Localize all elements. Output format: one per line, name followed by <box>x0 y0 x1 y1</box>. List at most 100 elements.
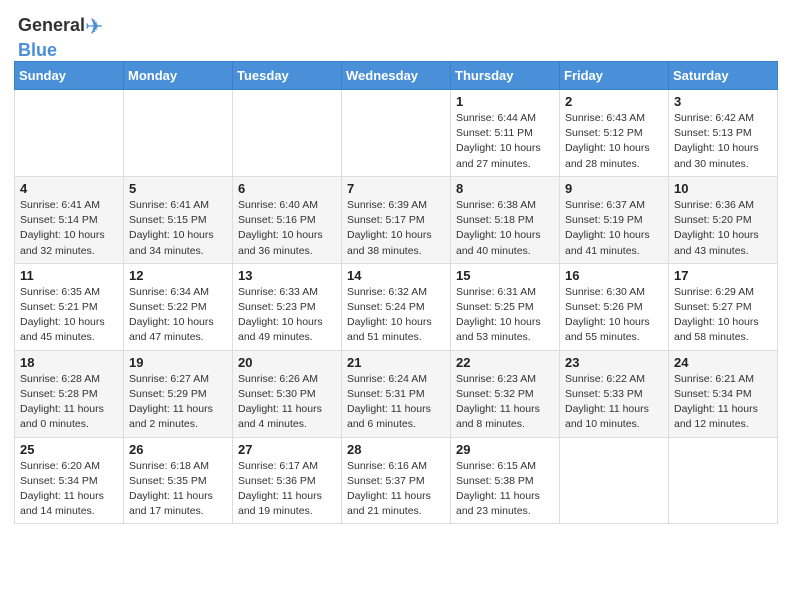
day-number: 12 <box>129 268 227 283</box>
day-info: Sunrise: 6:34 AM Sunset: 5:22 PM Dayligh… <box>129 285 227 346</box>
day-info: Sunrise: 6:27 AM Sunset: 5:29 PM Dayligh… <box>129 372 227 433</box>
day-number: 28 <box>347 442 445 457</box>
calendar-cell: 5 Sunrise: 6:41 AM Sunset: 5:15 PM Daylig… <box>124 176 233 263</box>
day-info: Sunrise: 6:18 AM Sunset: 5:35 PM Dayligh… <box>129 459 227 520</box>
day-info: Sunrise: 6:21 AM Sunset: 5:34 PM Dayligh… <box>674 372 772 433</box>
day-info: Sunrise: 6:16 AM Sunset: 5:37 PM Dayligh… <box>347 459 445 520</box>
day-info: Sunrise: 6:23 AM Sunset: 5:32 PM Dayligh… <box>456 372 554 433</box>
logo-general: General <box>18 15 85 35</box>
calendar-cell: 16 Sunrise: 6:30 AM Sunset: 5:26 PM Dayli… <box>560 263 669 350</box>
day-info: Sunrise: 6:37 AM Sunset: 5:19 PM Dayligh… <box>565 198 663 259</box>
calendar-cell <box>669 437 778 524</box>
calendar-cell: 4 Sunrise: 6:41 AM Sunset: 5:14 PM Daylig… <box>15 176 124 263</box>
weekday-header-wednesday: Wednesday <box>342 62 451 90</box>
logo-blue: Blue <box>18 40 57 60</box>
calendar-cell: 28 Sunrise: 6:16 AM Sunset: 5:37 PM Dayli… <box>342 437 451 524</box>
calendar-week-row: 18 Sunrise: 6:28 AM Sunset: 5:28 PM Dayli… <box>15 350 778 437</box>
day-number: 27 <box>238 442 336 457</box>
weekday-header-row: SundayMondayTuesdayWednesdayThursdayFrid… <box>15 62 778 90</box>
day-number: 26 <box>129 442 227 457</box>
weekday-header-friday: Friday <box>560 62 669 90</box>
calendar-cell: 26 Sunrise: 6:18 AM Sunset: 5:35 PM Dayli… <box>124 437 233 524</box>
day-number: 9 <box>565 181 663 196</box>
day-info: Sunrise: 6:22 AM Sunset: 5:33 PM Dayligh… <box>565 372 663 433</box>
day-number: 10 <box>674 181 772 196</box>
calendar-cell: 12 Sunrise: 6:34 AM Sunset: 5:22 PM Dayli… <box>124 263 233 350</box>
day-info: Sunrise: 6:38 AM Sunset: 5:18 PM Dayligh… <box>456 198 554 259</box>
day-info: Sunrise: 6:39 AM Sunset: 5:17 PM Dayligh… <box>347 198 445 259</box>
calendar-cell: 6 Sunrise: 6:40 AM Sunset: 5:16 PM Daylig… <box>233 176 342 263</box>
day-info: Sunrise: 6:30 AM Sunset: 5:26 PM Dayligh… <box>565 285 663 346</box>
calendar-cell: 1Sunrise: 6:44 AM Sunset: 5:11 PM Daylig… <box>451 90 560 177</box>
calendar-cell: 22Sunrise: 6:23 AM Sunset: 5:32 PM Dayli… <box>451 350 560 437</box>
calendar-cell: 8 Sunrise: 6:38 AM Sunset: 5:18 PM Daylig… <box>451 176 560 263</box>
calendar-cell: 20 Sunrise: 6:26 AM Sunset: 5:30 PM Dayli… <box>233 350 342 437</box>
calendar-cell: 7 Sunrise: 6:39 AM Sunset: 5:17 PM Daylig… <box>342 176 451 263</box>
day-info: Sunrise: 6:26 AM Sunset: 5:30 PM Dayligh… <box>238 372 336 433</box>
calendar-cell: 10 Sunrise: 6:36 AM Sunset: 5:20 PM Dayli… <box>669 176 778 263</box>
calendar-cell: 24 Sunrise: 6:21 AM Sunset: 5:34 PM Dayli… <box>669 350 778 437</box>
day-info: Sunrise: 6:41 AM Sunset: 5:15 PM Dayligh… <box>129 198 227 259</box>
calendar-week-row: 11Sunrise: 6:35 AM Sunset: 5:21 PM Dayli… <box>15 263 778 350</box>
calendar-cell: 11Sunrise: 6:35 AM Sunset: 5:21 PM Dayli… <box>15 263 124 350</box>
header <box>0 0 792 22</box>
day-number: 2 <box>565 94 663 109</box>
day-number: 6 <box>238 181 336 196</box>
day-number: 16 <box>565 268 663 283</box>
day-number: 19 <box>129 355 227 370</box>
calendar-cell: 29 Sunrise: 6:15 AM Sunset: 5:38 PM Dayli… <box>451 437 560 524</box>
day-number: 23 <box>565 355 663 370</box>
calendar-cell: 3 Sunrise: 6:42 AM Sunset: 5:13 PM Daylig… <box>669 90 778 177</box>
day-number: 14 <box>347 268 445 283</box>
day-info: Sunrise: 6:40 AM Sunset: 5:16 PM Dayligh… <box>238 198 336 259</box>
day-number: 17 <box>674 268 772 283</box>
weekday-header-thursday: Thursday <box>451 62 560 90</box>
day-number: 3 <box>674 94 772 109</box>
day-number: 18 <box>20 355 118 370</box>
day-number: 25 <box>20 442 118 457</box>
day-info: Sunrise: 6:28 AM Sunset: 5:28 PM Dayligh… <box>20 372 118 433</box>
calendar-cell: 15Sunrise: 6:31 AM Sunset: 5:25 PM Dayli… <box>451 263 560 350</box>
calendar-cell: 27Sunrise: 6:17 AM Sunset: 5:36 PM Dayli… <box>233 437 342 524</box>
day-info: Sunrise: 6:43 AM Sunset: 5:12 PM Dayligh… <box>565 111 663 172</box>
day-number: 13 <box>238 268 336 283</box>
calendar-cell: 19 Sunrise: 6:27 AM Sunset: 5:29 PM Dayli… <box>124 350 233 437</box>
day-number: 21 <box>347 355 445 370</box>
day-info: Sunrise: 6:42 AM Sunset: 5:13 PM Dayligh… <box>674 111 772 172</box>
day-number: 7 <box>347 181 445 196</box>
calendar-cell: 23 Sunrise: 6:22 AM Sunset: 5:33 PM Dayli… <box>560 350 669 437</box>
calendar-cell <box>15 90 124 177</box>
calendar-cell: 17Sunrise: 6:29 AM Sunset: 5:27 PM Dayli… <box>669 263 778 350</box>
day-info: Sunrise: 6:35 AM Sunset: 5:21 PM Dayligh… <box>20 285 118 346</box>
calendar-week-row: 1Sunrise: 6:44 AM Sunset: 5:11 PM Daylig… <box>15 90 778 177</box>
logo-bird-icon: ✈ <box>85 14 103 40</box>
day-number: 4 <box>20 181 118 196</box>
day-number: 8 <box>456 181 554 196</box>
weekday-header-sunday: Sunday <box>15 62 124 90</box>
day-info: Sunrise: 6:33 AM Sunset: 5:23 PM Dayligh… <box>238 285 336 346</box>
day-info: Sunrise: 6:36 AM Sunset: 5:20 PM Dayligh… <box>674 198 772 259</box>
calendar-week-row: 25 Sunrise: 6:20 AM Sunset: 5:34 PM Dayli… <box>15 437 778 524</box>
day-info: Sunrise: 6:24 AM Sunset: 5:31 PM Dayligh… <box>347 372 445 433</box>
day-number: 24 <box>674 355 772 370</box>
weekday-header-saturday: Saturday <box>669 62 778 90</box>
day-info: Sunrise: 6:44 AM Sunset: 5:11 PM Dayligh… <box>456 111 554 172</box>
calendar-cell <box>124 90 233 177</box>
calendar-cell: 2 Sunrise: 6:43 AM Sunset: 5:12 PM Daylig… <box>560 90 669 177</box>
weekday-header-monday: Monday <box>124 62 233 90</box>
calendar-cell <box>342 90 451 177</box>
calendar-cell: 13 Sunrise: 6:33 AM Sunset: 5:23 PM Dayli… <box>233 263 342 350</box>
day-number: 29 <box>456 442 554 457</box>
day-number: 5 <box>129 181 227 196</box>
calendar-cell: 14Sunrise: 6:32 AM Sunset: 5:24 PM Dayli… <box>342 263 451 350</box>
calendar-cell: 18 Sunrise: 6:28 AM Sunset: 5:28 PM Dayli… <box>15 350 124 437</box>
day-number: 15 <box>456 268 554 283</box>
day-info: Sunrise: 6:41 AM Sunset: 5:14 PM Dayligh… <box>20 198 118 259</box>
calendar-cell: 25 Sunrise: 6:20 AM Sunset: 5:34 PM Dayli… <box>15 437 124 524</box>
calendar-wrapper: SundayMondayTuesdayWednesdayThursdayFrid… <box>0 61 792 534</box>
day-number: 20 <box>238 355 336 370</box>
weekday-header-tuesday: Tuesday <box>233 62 342 90</box>
day-info: Sunrise: 6:15 AM Sunset: 5:38 PM Dayligh… <box>456 459 554 520</box>
day-info: Sunrise: 6:20 AM Sunset: 5:34 PM Dayligh… <box>20 459 118 520</box>
calendar-table: SundayMondayTuesdayWednesdayThursdayFrid… <box>14 61 778 524</box>
